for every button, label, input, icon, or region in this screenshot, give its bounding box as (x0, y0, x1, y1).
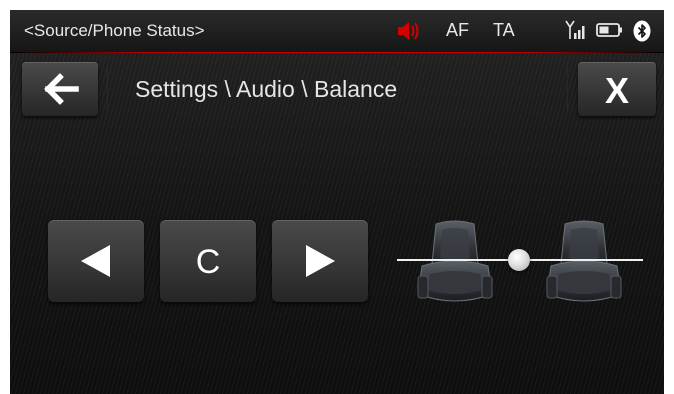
balance-slider-handle[interactable] (508, 249, 530, 271)
signal-icon (565, 20, 585, 39)
center-label: C (195, 243, 221, 281)
header-separator-right (567, 66, 568, 112)
screen: <Source/Phone Status> AF TA Settings \ A… (10, 10, 664, 394)
af-indicator: AF (446, 20, 470, 40)
source-phone-status[interactable]: <Source/Phone Status> (24, 21, 205, 41)
header-separator-left (107, 66, 108, 112)
arrow-left-icon (44, 73, 79, 105)
bluetooth-icon (633, 20, 651, 42)
triangle-right-icon (306, 245, 335, 277)
left-seat-icon (417, 220, 493, 302)
right-seat-icon (546, 220, 622, 302)
breadcrumb: Settings \ Audio \ Balance (135, 76, 398, 102)
close-label: X (604, 70, 629, 111)
back-button[interactable] (22, 62, 98, 116)
close-button[interactable]: X (578, 62, 656, 116)
status-bar-divider (10, 52, 664, 53)
balance-right-button[interactable] (272, 220, 368, 302)
triangle-left-icon (81, 245, 110, 277)
balance-center-button[interactable]: C (160, 220, 256, 302)
balance-left-button[interactable] (48, 220, 144, 302)
speaker-muted-icon (398, 22, 419, 40)
ta-indicator: TA (493, 20, 515, 40)
battery-icon (596, 23, 622, 37)
status-bar: <Source/Phone Status> AF TA (10, 10, 664, 53)
